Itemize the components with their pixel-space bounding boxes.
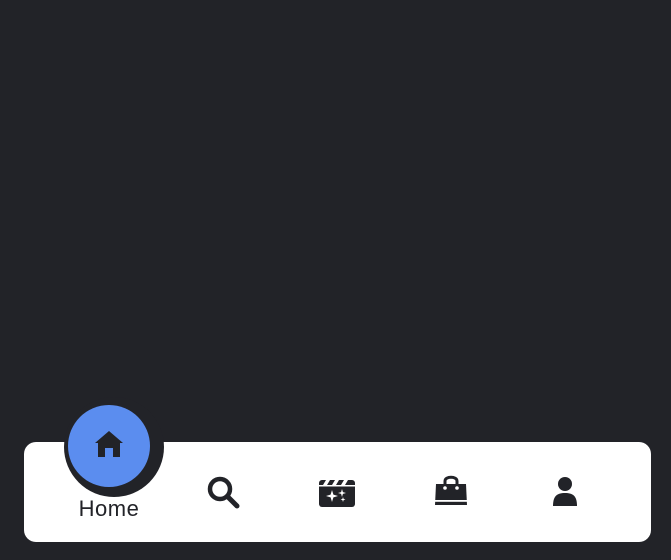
- app-screen: Home: [0, 0, 671, 560]
- active-indicator[interactable]: [68, 405, 150, 487]
- nav-item-profile[interactable]: [508, 442, 622, 542]
- nav-item-reels[interactable]: [280, 442, 394, 542]
- shopping-bag-icon: [433, 474, 469, 510]
- search-icon: [206, 475, 240, 509]
- nav-item-shop[interactable]: [394, 442, 508, 542]
- home-icon: [93, 428, 125, 465]
- nav-item-search[interactable]: [166, 442, 280, 542]
- nav-item-home-label: Home: [78, 496, 140, 521]
- bottom-navigation-bar: Home: [24, 397, 651, 542]
- user-icon: [551, 476, 579, 508]
- clapperboard-icon: [318, 476, 356, 508]
